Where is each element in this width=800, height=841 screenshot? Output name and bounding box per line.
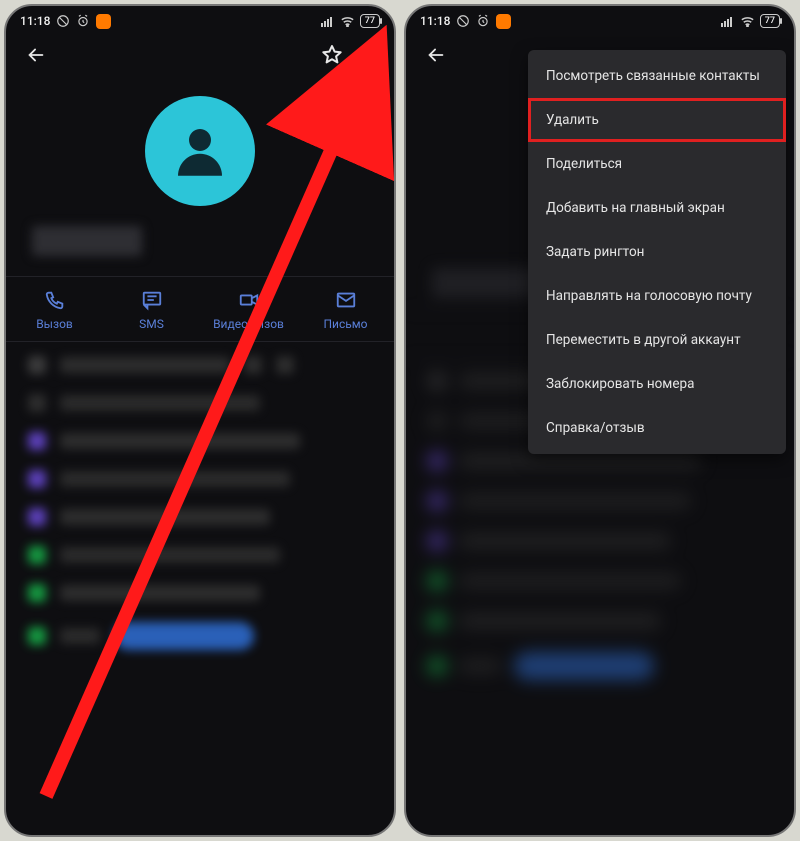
phone-right: 11:18 77 — [404, 4, 796, 837]
sms-label: SMS — [139, 317, 164, 331]
list-item — [6, 508, 394, 526]
battery-indicator: 77 — [760, 14, 780, 28]
more-vert-icon — [354, 45, 374, 65]
menu-move-account[interactable]: Переместить в другой аккаунт — [528, 318, 786, 362]
call-action[interactable]: Вызов — [6, 277, 103, 341]
wifi-icon — [740, 15, 755, 27]
battery-indicator: 77 — [360, 14, 380, 28]
list-item — [6, 394, 394, 412]
call-label: Вызов — [36, 317, 73, 331]
email-label: Письмо — [323, 317, 367, 331]
status-bar: 11:18 77 — [406, 6, 794, 32]
favorite-button[interactable] — [316, 39, 348, 71]
menu-add-home[interactable]: Добавить на главный экран — [528, 186, 786, 230]
menu-view-linked[interactable]: Посмотреть связанные контакты — [528, 54, 786, 98]
dnd-icon — [456, 14, 470, 28]
dnd-icon — [56, 14, 70, 28]
avatar[interactable] — [145, 96, 255, 206]
action-bar: Вызов SMS Видеовызов Письмо — [6, 276, 394, 342]
back-button[interactable] — [420, 39, 452, 71]
contact-name-redacted — [32, 226, 142, 256]
video-action[interactable]: Видеовызов — [200, 277, 297, 341]
menu-block[interactable]: Заблокировать номера — [528, 362, 786, 406]
details-list — [6, 342, 394, 835]
email-action[interactable]: Письмо — [297, 277, 394, 341]
overflow-menu: Посмотреть связанные контакты Удалить По… — [528, 50, 786, 454]
email-icon — [335, 289, 357, 311]
wifi-icon — [340, 15, 355, 27]
list-item — [6, 622, 394, 650]
contact-header — [6, 78, 394, 276]
list-item — [6, 584, 394, 602]
signal-icon — [321, 15, 335, 27]
alarm-icon — [76, 14, 90, 28]
sms-action[interactable]: SMS — [103, 277, 200, 341]
video-icon — [238, 289, 260, 311]
message-icon — [141, 289, 163, 311]
video-label: Видеовызов — [213, 317, 284, 331]
overflow-menu-button[interactable] — [348, 39, 380, 71]
list-item — [6, 470, 394, 488]
status-bar: 11:18 77 — [6, 6, 394, 32]
app-badge-icon — [496, 14, 511, 29]
status-time: 11:18 — [20, 14, 50, 28]
list-item — [6, 356, 394, 374]
menu-route-voicemail[interactable]: Направлять на голосовую почту — [528, 274, 786, 318]
status-time: 11:18 — [420, 14, 450, 28]
star-icon — [320, 43, 344, 67]
menu-share[interactable]: Поделиться — [528, 142, 786, 186]
topbar — [6, 32, 394, 78]
list-item — [6, 546, 394, 564]
signal-icon — [721, 15, 735, 27]
phone-left: 11:18 77 — [4, 4, 396, 837]
back-button[interactable] — [20, 39, 52, 71]
app-badge-icon — [96, 14, 111, 29]
menu-help[interactable]: Справка/отзыв — [528, 406, 786, 450]
menu-delete[interactable]: Удалить — [528, 98, 786, 142]
alarm-icon — [476, 14, 490, 28]
phone-icon — [44, 289, 66, 311]
menu-set-ringtone[interactable]: Задать рингтон — [528, 230, 786, 274]
list-item — [6, 432, 394, 450]
person-icon — [167, 118, 233, 184]
